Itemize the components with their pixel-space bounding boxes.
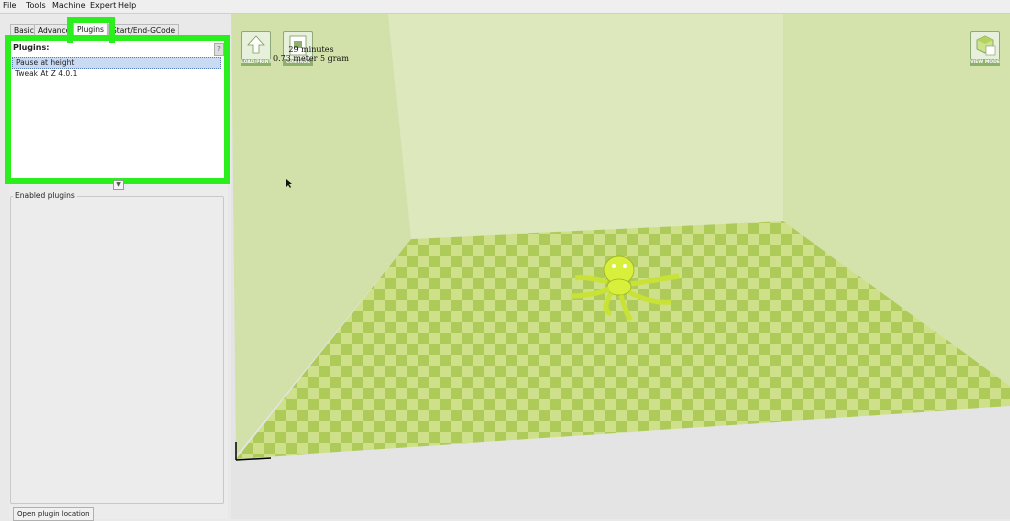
menu-help[interactable]: Help [118, 1, 136, 10]
view-mode-button[interactable] [970, 31, 1000, 61]
print-time: 29 minutes [288, 45, 334, 54]
enabled-plugins-group [10, 196, 224, 504]
view-mode-label: VIEW MODE [970, 59, 1000, 66]
back-wall [388, 14, 783, 239]
3d-viewport[interactable]: LOAD/PRINT CONTROL 29 minutes 0.73 meter… [231, 14, 1010, 519]
print-estimate: 29 minutes 0.73 meter 5 gram [261, 45, 361, 63]
material-estimate: 0.73 meter 5 gram [273, 54, 349, 63]
enabled-plugins-label: Enabled plugins [13, 191, 77, 200]
cursor-icon [286, 179, 292, 188]
highlight-plugin-list [5, 35, 230, 184]
cube-icon [976, 35, 996, 56]
menu-tools[interactable]: Tools [26, 1, 46, 10]
add-plugin-button[interactable]: ▼ [113, 180, 124, 190]
menu-bar: File Tools Machine Expert Help [0, 0, 1010, 14]
menu-machine[interactable]: Machine [52, 1, 86, 10]
menu-file[interactable]: File [3, 1, 16, 10]
menu-expert[interactable]: Expert [90, 1, 116, 10]
build-volume [231, 14, 1010, 461]
